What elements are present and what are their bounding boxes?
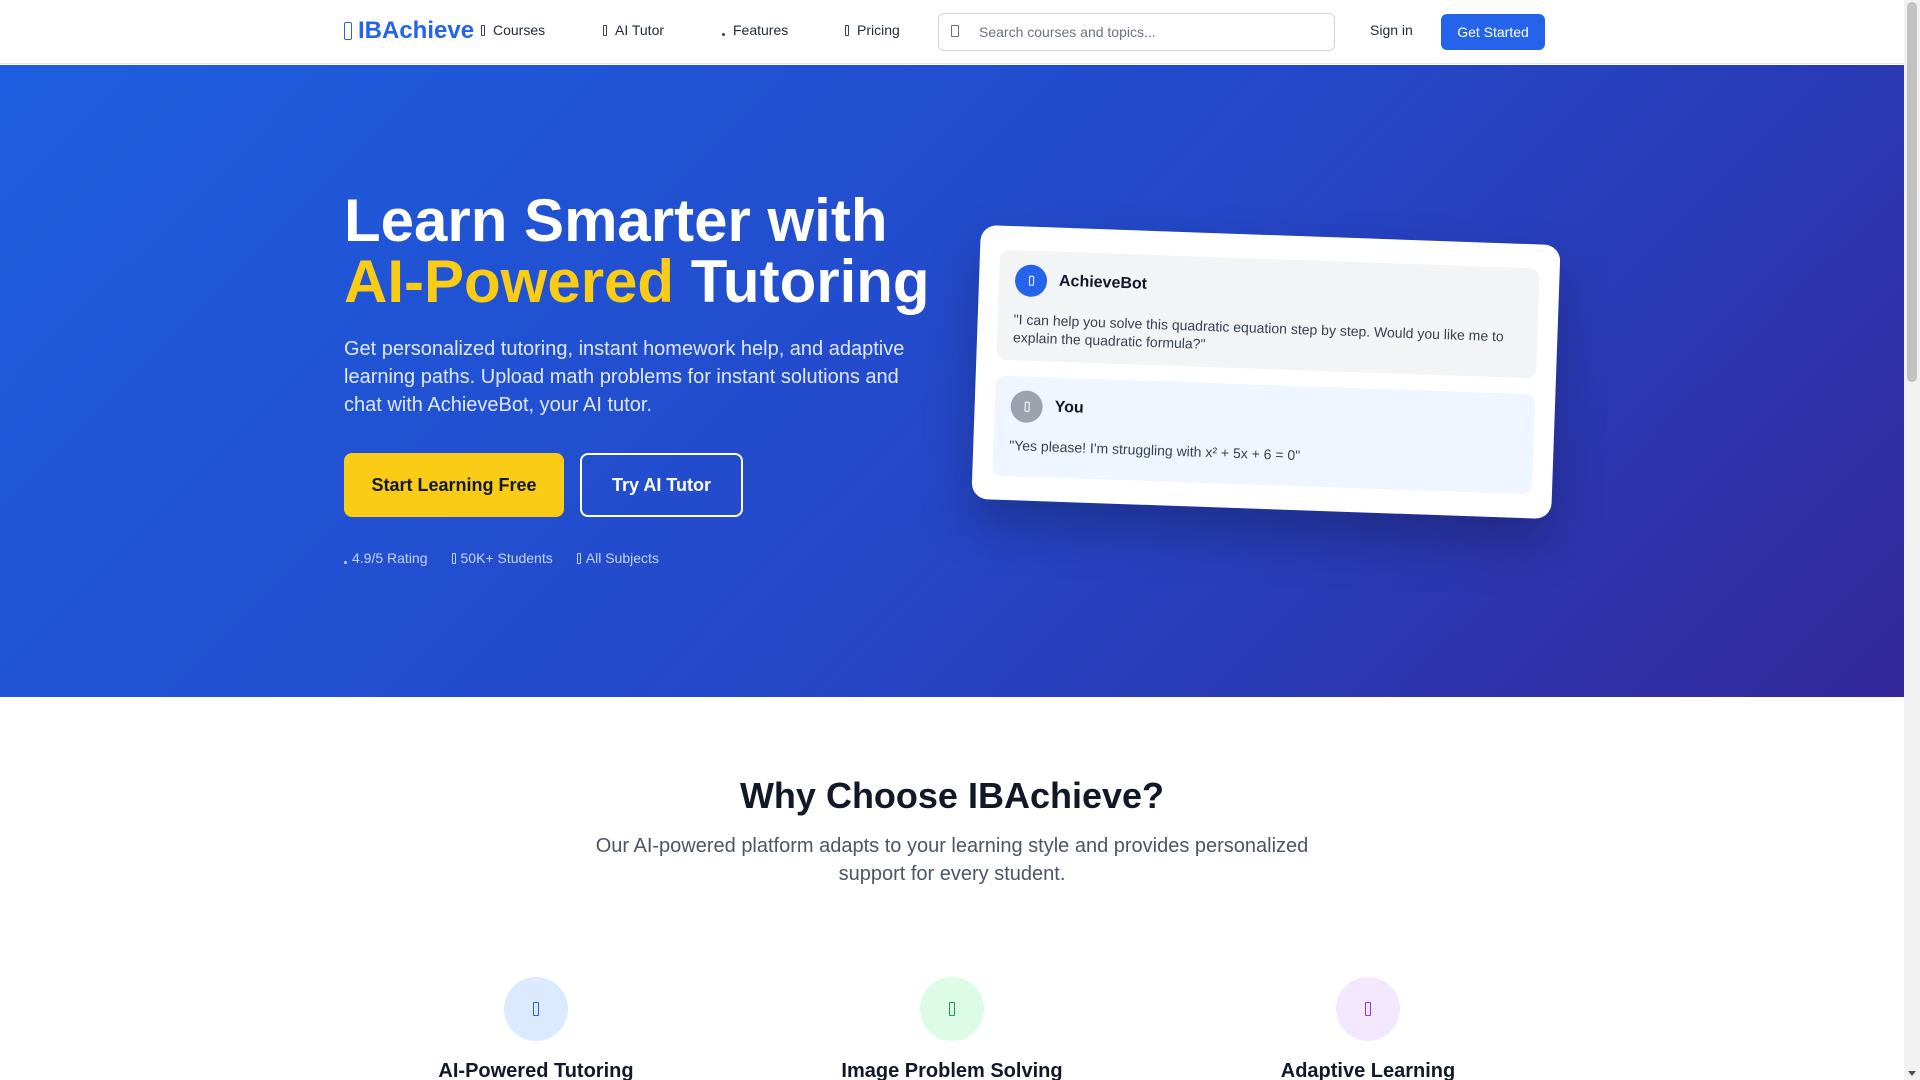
hero-title-rest: Tutoring [690,248,930,315]
stat-label: 4.9/5 Rating [352,550,428,566]
user-name: You [1054,398,1084,417]
top-navbar: IBAchieve Courses AI Tutor Features Pric… [0,0,1904,64]
camera-icon [949,1002,955,1016]
star-icon [344,560,347,564]
start-learning-button[interactable]: Start Learning Free [344,453,564,517]
brain-icon [1365,1002,1371,1016]
scroll-down-arrow-icon[interactable] [1908,1071,1916,1076]
hero-title-line1: Learn Smarter with [344,187,888,254]
hero-title: Learn Smarter with AI-Powered Tutoring [344,190,964,312]
star-icon [722,32,725,36]
book-icon [576,552,581,564]
stat-label: 50K+ Students [460,550,553,566]
feature-ai-tutoring: AI-Powered Tutoring [386,977,686,1080]
hero-section: Learn Smarter with AI-Powered Tutoring G… [0,65,1904,697]
nav-link-label: Pricing [857,22,900,38]
scrollbar-thumb[interactable] [1907,2,1917,382]
chat-preview-card: AchieveBot "I can help you solve this qu… [971,224,1561,520]
nav-link-pricing[interactable]: Pricing [845,22,900,38]
logo-text: IBAchieve [358,17,475,44]
users-icon [451,552,456,564]
hero-subtitle: Get personalized tutoring, instant homew… [344,338,905,416]
logo[interactable]: IBAchieve [344,17,474,45]
feature-icon-circle [920,977,984,1041]
user-message-text: "Yes please! I'm struggling with x² + 5x… [1009,437,1301,464]
book-icon [481,24,485,36]
feature-icon-circle [1336,977,1400,1041]
nav-link-label: Features [733,22,789,38]
page-scrollbar[interactable] [1904,0,1920,1080]
try-ai-tutor-button[interactable]: Try AI Tutor [580,453,743,517]
nav-link-ai-tutor[interactable]: AI Tutor [603,22,664,38]
bot-message-text: "I can help you solve this quadratic equ… [1012,311,1504,352]
stat-label: All Subjects [585,550,659,566]
user-icon [1023,401,1030,412]
nav-link-label: Courses [493,22,546,38]
user-avatar [1010,390,1044,424]
why-subtitle: Our AI-powered platform adapts to your l… [595,835,1309,885]
robot-icon [533,1002,539,1016]
nav-link-features[interactable]: Features [722,22,788,38]
bot-message: AchieveBot "I can help you solve this qu… [996,249,1540,379]
search-box [938,13,1335,51]
tag-icon [845,24,849,36]
search-input[interactable] [979,14,1319,50]
get-started-button[interactable]: Get Started [1441,14,1545,50]
feature-title: AI-Powered Tutoring [438,1060,634,1080]
search-icon [951,25,959,37]
book-icon [344,22,352,40]
hero-stats: 4.9/5 Rating 50K+ Students All Subjects [344,550,659,566]
stat-students: 50K+ Students [451,550,553,566]
nav-link-courses[interactable]: Courses [481,22,545,38]
feature-image-solving: Image Problem Solving [802,977,1102,1080]
why-title: Why Choose IBAchieve? [739,775,1165,816]
feature-icon-circle [504,977,568,1041]
robot-icon [1028,275,1034,286]
feature-title: Image Problem Solving [841,1060,1063,1080]
feature-adaptive-learning: Adaptive Learning [1218,977,1518,1080]
feature-title: Adaptive Learning [1280,1060,1456,1080]
sign-in-link[interactable]: Sign in [1370,22,1413,38]
bot-name: AchieveBot [1058,272,1148,293]
stat-subjects: All Subjects [576,550,659,566]
hero-title-accent: AI-Powered [344,248,675,315]
nav-link-label: AI Tutor [615,22,665,38]
stat-rating: 4.9/5 Rating [344,550,428,566]
user-message: You "Yes please! I'm struggling with x² … [992,375,1536,495]
robot-icon [603,24,607,36]
bot-avatar [1014,264,1048,298]
